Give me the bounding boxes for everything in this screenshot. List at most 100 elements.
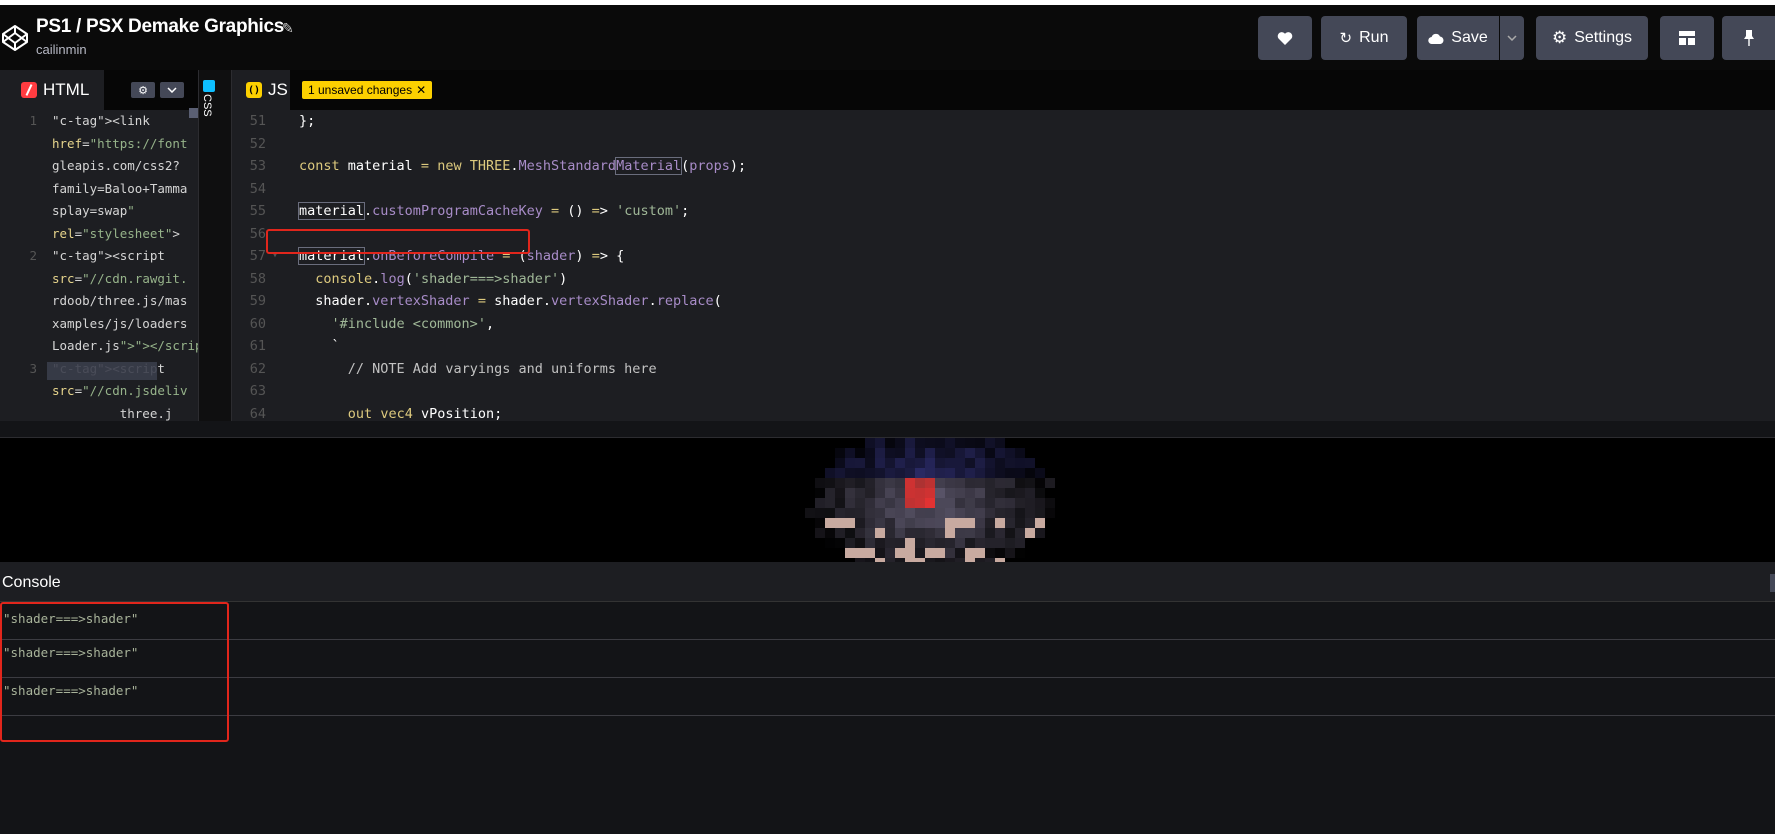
tab-js[interactable]: () JS (232, 70, 290, 110)
html-code-line: splay=swap" (9, 200, 198, 223)
preview-pixel (825, 498, 835, 508)
preview-pixel (925, 478, 935, 488)
css-editor-collapsed[interactable]: CSS (198, 70, 232, 421)
tab-css-label: CSS (201, 94, 213, 117)
preview-pixel (905, 518, 915, 528)
preview-pixel (885, 488, 895, 498)
close-icon[interactable]: ✕ (416, 83, 426, 97)
line-number: 51 (249, 113, 266, 129)
preview-pixel (825, 468, 835, 478)
preview-pixel (935, 528, 945, 538)
code-text: const material = new THREE.MeshStandardM… (299, 157, 747, 175)
preview-pixel (885, 468, 895, 478)
html-options-button[interactable] (160, 82, 184, 98)
preview-pixel (895, 508, 905, 518)
redacted-region (47, 362, 157, 380)
preview-pixel (945, 488, 955, 498)
preview-pixel (955, 528, 965, 538)
preview-pixel (935, 498, 945, 508)
pin-button[interactable] (1722, 16, 1775, 60)
preview-pixel (1005, 468, 1015, 478)
console-log-entry: "shader===>shader" (0, 602, 1775, 640)
preview-pixel (925, 538, 935, 548)
preview-pixel (815, 478, 825, 488)
pin-icon (1743, 30, 1754, 46)
preview-pixel (865, 488, 875, 498)
line-number: 57 (249, 248, 266, 264)
preview-pixel (1025, 458, 1035, 468)
preview-pixel (965, 498, 975, 508)
change-view-button[interactable] (1660, 16, 1714, 60)
html-scrollbar[interactable] (189, 108, 198, 118)
preview-pixel (1005, 518, 1015, 528)
preview-pixel (875, 448, 885, 458)
js-editor: () JS 1 unsaved changes ✕ 51}; 52 53 const … (232, 70, 1775, 421)
preview-pixel (845, 458, 855, 468)
preview-pixel (905, 488, 915, 498)
tab-html[interactable]: HTML (9, 70, 104, 110)
save-options-button[interactable] (1500, 16, 1524, 60)
js-code-area[interactable]: 51}; 52 53 const material = new THREE.MeshS… (232, 110, 1775, 421)
preview-pixel (885, 448, 895, 458)
console-close-button[interactable] (1770, 574, 1775, 592)
run-button[interactable]: ↻ Run (1321, 16, 1407, 60)
preview-pixel (905, 498, 915, 508)
preview-pixel (1015, 478, 1025, 488)
html-settings-button[interactable]: ⚙ (131, 82, 155, 98)
preview-resizer[interactable] (0, 421, 1775, 438)
preview-pixel (875, 518, 885, 528)
preview-pixel (915, 528, 925, 538)
preview-pixel (895, 548, 905, 558)
preview-pixel (985, 518, 995, 528)
preview-pixel (995, 448, 1005, 458)
author-name[interactable]: cailinmin (36, 42, 87, 57)
heart-button[interactable] (1258, 16, 1312, 60)
codepen-logo-icon[interactable] (0, 23, 30, 53)
console-panel: Console "shader===>shader" "shader===>sh… (0, 562, 1775, 834)
unsaved-changes-badge[interactable]: 1 unsaved changes ✕ (302, 81, 433, 99)
preview-pixel (955, 488, 965, 498)
js-code-line: 54 (232, 178, 1775, 201)
settings-button[interactable]: ⚙ Settings (1536, 16, 1648, 60)
line-number: 56 (249, 225, 266, 242)
preview-pixel (875, 528, 885, 538)
preview-pixel (965, 458, 975, 468)
preview-pixel (985, 548, 995, 558)
preview-pixel (865, 518, 875, 528)
preview-pixel (925, 458, 935, 468)
preview-pixel (985, 538, 995, 548)
code-text: console.log('shader===>shader') (315, 270, 568, 287)
preview-pixel (835, 528, 845, 538)
save-button[interactable]: Save (1417, 16, 1499, 60)
preview-pixel (1045, 508, 1055, 518)
preview-pixel (865, 498, 875, 508)
preview-pixel (915, 498, 925, 508)
html-code-line: 2 "c-tag"><script (9, 245, 198, 268)
html-code-line: href="https://font (9, 133, 198, 156)
css-icon (203, 80, 215, 92)
preview-pixel (875, 538, 885, 548)
preview-pixel (875, 478, 885, 488)
preview-pixel (945, 518, 955, 528)
preview-pixel (1005, 478, 1015, 488)
preview-pixel (965, 518, 975, 528)
preview-canvas[interactable] (0, 438, 1775, 562)
preview-pixel (1035, 478, 1045, 488)
preview-pixel (855, 498, 865, 508)
pen-title[interactable]: PS1 / PSX Demake Graphics (36, 16, 284, 38)
pencil-icon[interactable]: ✎ (282, 20, 294, 37)
console-log-entry: "shader===>shader" (0, 640, 1775, 678)
line-number: 1 (29, 113, 37, 128)
preview-pixel (885, 518, 895, 528)
preview-pixel (835, 538, 845, 548)
preview-pixel (1015, 488, 1025, 498)
preview-pixel (995, 518, 1005, 528)
js-icon: () (246, 82, 262, 98)
preview-pixel (855, 548, 865, 558)
preview-pixel (955, 518, 965, 528)
preview-pixel (925, 518, 935, 528)
preview-pixel (925, 548, 935, 558)
preview-pixel (895, 478, 905, 488)
code-text: out vec4 vPosition; (347, 405, 503, 422)
preview-pixel (1035, 468, 1045, 478)
